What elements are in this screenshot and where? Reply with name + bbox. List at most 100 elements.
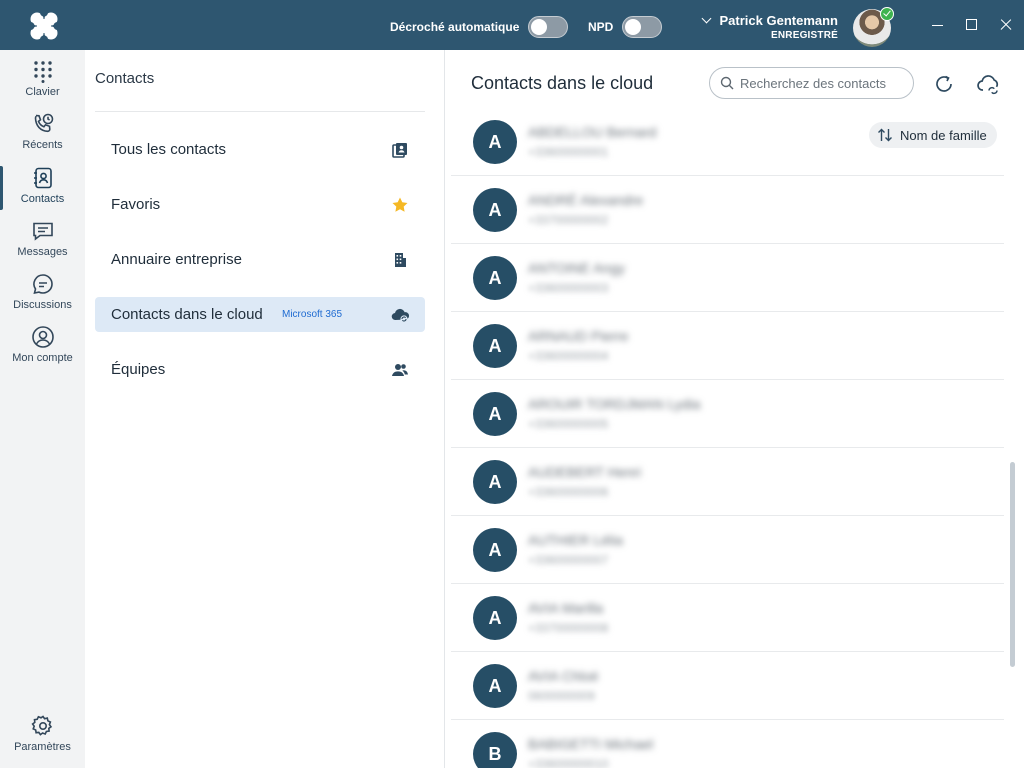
account-icon bbox=[31, 326, 54, 348]
contact-number: +33600000006 bbox=[528, 485, 609, 499]
contact-initial-avatar: A bbox=[473, 120, 517, 164]
category-label: Équipes bbox=[111, 361, 166, 378]
auto-answer-control: Décroché automatique bbox=[390, 16, 569, 38]
category-label: Annuaire entreprise bbox=[111, 251, 242, 268]
nav-discussions[interactable]: Discussions bbox=[0, 268, 85, 320]
contact-number: +33700000002 bbox=[528, 213, 609, 227]
category-label: Favoris bbox=[111, 196, 161, 213]
sort-button[interactable]: Nom de famille bbox=[869, 122, 997, 148]
contact-row[interactable]: A AVIA Chloé 0600000009 bbox=[451, 652, 1004, 720]
sort-icon bbox=[878, 128, 892, 142]
close-button[interactable] bbox=[995, 14, 1017, 36]
contact-name: ANDRÉ Alexandre bbox=[528, 192, 644, 208]
contact-number: +33600000007 bbox=[528, 553, 609, 567]
contact-number: 0600000009 bbox=[528, 689, 595, 703]
nav-account[interactable]: Mon compte bbox=[0, 321, 85, 373]
panel-title: Contacts bbox=[95, 70, 155, 87]
address-book-icon bbox=[392, 143, 407, 158]
contacts-categories-panel: Contacts Tous les contacts Favoris Annua… bbox=[85, 50, 445, 768]
contact-name: AUDEBERT Henri bbox=[528, 464, 642, 480]
chat-icon bbox=[32, 274, 53, 295]
nav-dialpad[interactable]: Clavier bbox=[0, 55, 85, 107]
contact-row[interactable]: B BABIGETTI Michael +33600000010 bbox=[451, 720, 1004, 768]
maximize-button[interactable] bbox=[960, 14, 982, 36]
contact-name: ARNAUD Pierre bbox=[528, 328, 629, 344]
contact-number: +33600000005 bbox=[528, 417, 609, 431]
chevron-down-icon bbox=[701, 13, 711, 24]
contact-row[interactable]: A ANTOINE Angy +33600000003 bbox=[451, 244, 1004, 312]
contact-row[interactable]: A ANDRÉ Alexandre +33700000002 bbox=[451, 176, 1004, 244]
category-cloud-contacts[interactable]: Contacts dans le cloud Microsoft 365 bbox=[95, 297, 425, 332]
nav-messages[interactable]: Messages bbox=[0, 215, 85, 267]
contact-number: +33600000004 bbox=[528, 349, 609, 363]
contact-initial-avatar: A bbox=[473, 256, 517, 300]
nav-label: Récents bbox=[22, 139, 63, 151]
contact-row[interactable]: A AUDEBERT Henri +33600000006 bbox=[451, 448, 1004, 516]
page-title: Contacts dans le cloud bbox=[471, 73, 654, 93]
microsoft-365-badge: Microsoft 365 bbox=[282, 309, 343, 320]
dialpad-icon bbox=[33, 61, 52, 83]
contact-number: +33600000001 bbox=[528, 145, 609, 159]
messages-icon bbox=[32, 222, 53, 241]
app-logo bbox=[28, 10, 60, 42]
category-all-contacts[interactable]: Tous les contacts bbox=[95, 132, 425, 167]
nav-contacts[interactable]: Contacts bbox=[0, 162, 85, 214]
contact-row[interactable]: A AVIA Marilla +33700000008 bbox=[451, 584, 1004, 652]
contact-number: +33600000003 bbox=[528, 281, 609, 295]
dnd-toggle[interactable] bbox=[622, 16, 663, 38]
minimize-button[interactable] bbox=[927, 14, 949, 36]
contact-name: AROUIR TORDJMAN Lydia bbox=[528, 396, 701, 412]
category-favorites[interactable]: Favoris bbox=[95, 187, 425, 222]
nav-label: Contacts bbox=[20, 193, 65, 205]
star-icon bbox=[392, 197, 408, 212]
nav-settings[interactable]: Paramètres bbox=[0, 710, 85, 762]
search-input[interactable] bbox=[740, 75, 910, 91]
auto-answer-label: Décroché automatique bbox=[390, 20, 520, 34]
user-menu[interactable]: Patrick Gentemann ENREGISTRÉ bbox=[701, 13, 838, 41]
nav-label: Messages bbox=[17, 246, 68, 258]
contact-initial-avatar: A bbox=[473, 460, 517, 504]
contact-initial-avatar: A bbox=[473, 392, 517, 436]
sort-label: Nom de famille bbox=[900, 127, 987, 143]
contact-search[interactable] bbox=[709, 67, 914, 99]
contact-row[interactable]: A AUTHIER Lélia +33600000007 bbox=[451, 516, 1004, 584]
cloud-sync-icon[interactable] bbox=[976, 72, 1000, 96]
team-icon bbox=[392, 364, 408, 376]
contact-initial-avatar: B bbox=[473, 732, 517, 768]
contact-row[interactable]: A AROUIR TORDJMAN Lydia +33600000005 bbox=[451, 380, 1004, 448]
contact-name: ANTOINE Angy bbox=[528, 260, 626, 276]
category-company-directory[interactable]: Annuaire entreprise bbox=[95, 242, 425, 277]
category-teams[interactable]: Équipes bbox=[95, 352, 425, 387]
auto-answer-toggle[interactable] bbox=[528, 16, 569, 38]
contact-row[interactable]: A ARNAUD Pierre +33600000004 bbox=[451, 312, 1004, 380]
cloud-contacts-view: Contacts dans le cloud A ABDELLOU Bernar… bbox=[446, 50, 1024, 768]
dnd-label: NPD bbox=[588, 20, 614, 34]
toggle-knob bbox=[531, 19, 548, 35]
registration-status: ENREGISTRÉ bbox=[770, 30, 838, 41]
contact-number: +33600000010 bbox=[528, 757, 609, 768]
contact-list: A ABDELLOU Bernard +33600000001 A ANDRÉ … bbox=[446, 108, 1004, 768]
dnd-control: NPD bbox=[588, 16, 663, 38]
refresh-icon[interactable] bbox=[932, 72, 956, 96]
nav-label: Clavier bbox=[25, 86, 60, 98]
recent-calls-icon bbox=[34, 113, 53, 133]
nav-recents[interactable]: Récents bbox=[0, 108, 85, 160]
contact-name: AVIA Chloé bbox=[528, 668, 599, 684]
nav-label: Mon compte bbox=[12, 352, 73, 364]
contact-initial-avatar: A bbox=[473, 596, 517, 640]
divider bbox=[95, 111, 425, 112]
toggle-knob bbox=[625, 19, 642, 35]
contact-name: AUTHIER Lélia bbox=[528, 532, 623, 548]
nav-label: Paramètres bbox=[14, 741, 71, 753]
presence-check-icon bbox=[880, 7, 894, 21]
building-icon bbox=[395, 253, 406, 267]
contact-initial-avatar: A bbox=[473, 188, 517, 232]
search-icon bbox=[720, 76, 734, 90]
scrollbar[interactable] bbox=[1010, 462, 1015, 667]
category-label: Contacts dans le cloud bbox=[111, 306, 263, 323]
contacts-book-icon bbox=[33, 167, 52, 189]
contact-initial-avatar: A bbox=[473, 528, 517, 572]
cloud-sync-icon bbox=[391, 308, 409, 323]
contact-name: BABIGETTI Michael bbox=[528, 736, 654, 752]
contact-initial-avatar: A bbox=[473, 664, 517, 708]
